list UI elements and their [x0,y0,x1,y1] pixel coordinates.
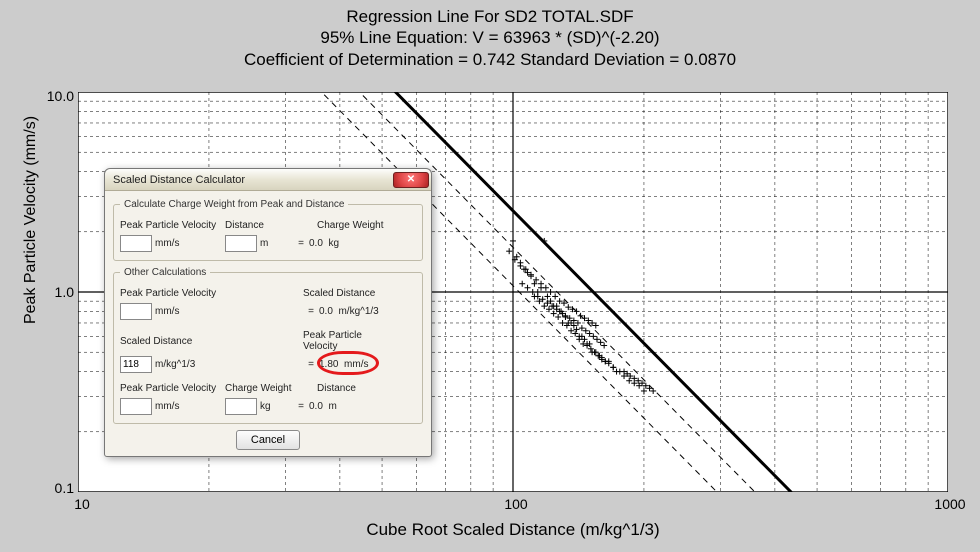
group-other-calculations: Other Calculations Peak Particle Velocit… [113,267,423,424]
dialog-title: Scaled Distance Calculator [113,174,393,186]
x-axis-label: Cube Root Scaled Distance (m/kg^1/3) [78,520,948,540]
y-axis-label: Peak Particle Velocity (mm/s) [22,70,40,370]
label-distance-1: Distance [225,220,317,231]
chart-stats: Coefficient of Determination = 0.742 Sta… [0,49,980,70]
label-ppv-2: Peak Particle Velocity [120,288,225,299]
group1-legend: Calculate Charge Weight from Peak and Di… [120,199,348,210]
equals-1: = [293,238,309,249]
scaled-distance-dialog: Scaled Distance Calculator ✕ Calculate C… [104,168,432,457]
scaled-distance-out: 0.0 m/kg^1/3 [319,306,379,317]
label-distance-3: Distance [317,383,409,394]
distance-out: 0.0 m [309,401,337,412]
unit-mkg-1: m/kg^1/3 [155,359,195,370]
label-scaled-distance-2: Scaled Distance [303,288,395,299]
chart-title: Regression Line For SD2 TOTAL.SDF [0,6,980,27]
unit-kg-2: kg [260,401,271,412]
charge-weight-input[interactable] [225,398,257,415]
equals-2: = [303,306,319,317]
charge-weight-out: 0.0 kg [309,238,339,249]
label-charge-weight-1: Charge Weight [317,220,409,231]
label-ppv-out: Peak Particle Velocity [303,330,395,352]
dialog-titlebar[interactable]: Scaled Distance Calculator ✕ [105,169,431,191]
unit-mms-2: mm/s [155,306,179,317]
label-ppv-1: Peak Particle Velocity [120,220,225,231]
cancel-button[interactable]: Cancel [236,430,300,450]
y-tick-top: 10.0 [34,88,74,104]
y-tick-mid: 1.0 [34,284,74,300]
unit-mms-1: mm/s [155,238,179,249]
ppv-input-3[interactable] [120,398,152,415]
unit-m-1: m [260,238,268,249]
equals-4: = [293,401,309,412]
dialog-body: Calculate Charge Weight from Peak and Di… [105,191,431,456]
x-tick-100: 100 [496,496,536,512]
chart-equation: 95% Line Equation: V = 63963 * (SD)^(-2.… [0,27,980,48]
close-icon[interactable]: ✕ [393,172,429,188]
unit-mms-3: mm/s [155,401,179,412]
x-tick-10: 10 [62,496,102,512]
label-charge-weight-3: Charge Weight [225,383,317,394]
scaled-distance-input[interactable] [120,356,152,373]
label-scaled-distance-in: Scaled Distance [120,336,225,347]
y-tick-bot: 0.1 [34,480,74,496]
equals-3: = [303,359,319,370]
ppv-input-2[interactable] [120,303,152,320]
ppv-input-1[interactable] [120,235,152,252]
group2-legend: Other Calculations [120,267,210,278]
x-tick-1000: 1000 [930,496,970,512]
label-ppv-3: Peak Particle Velocity [120,383,225,394]
group-charge-weight: Calculate Charge Weight from Peak and Di… [113,199,423,261]
distance-input-1[interactable] [225,235,257,252]
ppv-out: 1.80 mm/s [319,359,368,370]
chart-header: Regression Line For SD2 TOTAL.SDF 95% Li… [0,0,980,72]
